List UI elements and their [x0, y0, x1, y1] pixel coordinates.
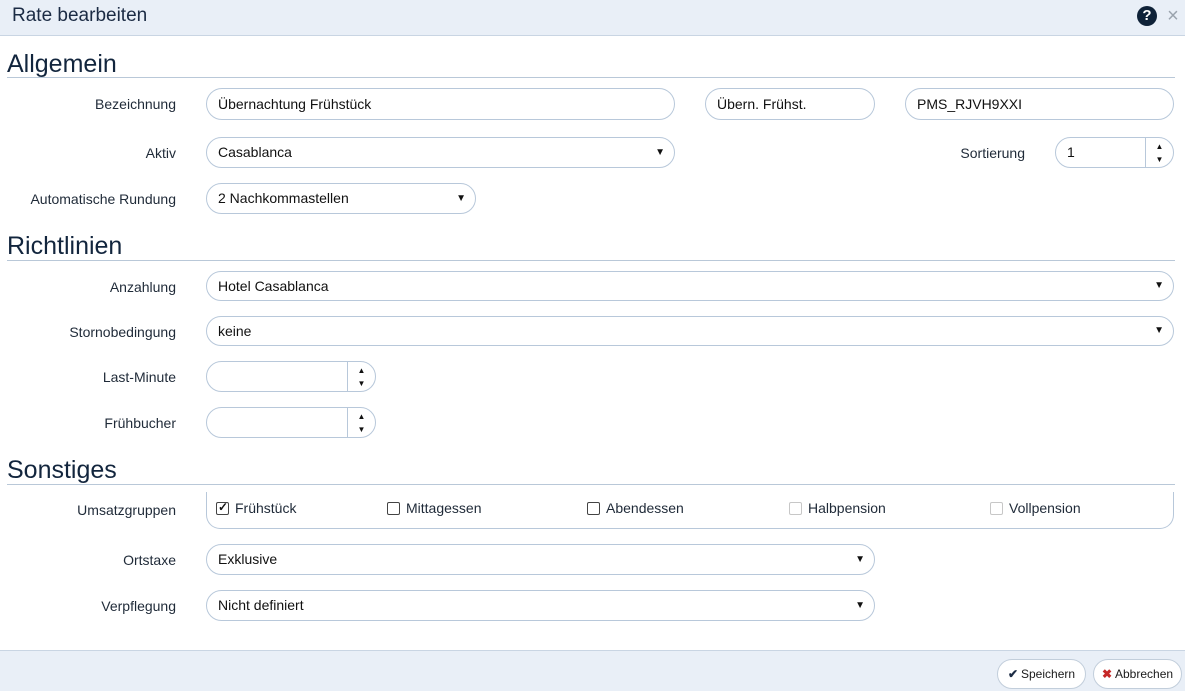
verpflegung-select[interactable]: Nicht definiert ▼ — [206, 590, 875, 621]
chevron-down-icon: ▼ — [855, 554, 865, 565]
checkbox-halbpension: Halbpension — [789, 500, 886, 516]
section-title-sonstiges: Sonstiges — [7, 456, 117, 484]
ortstaxe-label: Ortstaxe — [123, 552, 176, 568]
save-button[interactable]: ✔ Speichern — [997, 659, 1086, 689]
section-title-allgemein: Allgemein — [7, 50, 117, 78]
section-richtlinien: Richtlinien — [7, 232, 1175, 261]
ortstaxe-select[interactable]: Exklusive ▼ — [206, 544, 875, 575]
aktiv-select[interactable]: Casablanca ▼ — [206, 137, 675, 168]
close-x-icon: ✖ — [1101, 667, 1112, 681]
checkbox-mittagessen[interactable]: Mittagessen — [387, 500, 481, 516]
chevron-down-icon: ▼ — [655, 147, 665, 158]
checkbox-unchecked-icon[interactable] — [387, 502, 400, 515]
bezeichnung-label: Bezeichnung — [95, 96, 176, 112]
verpflegung-label: Verpflegung — [101, 598, 176, 614]
sortierung-stepper[interactable]: 1 ▲ ▼ — [1055, 137, 1174, 168]
dialog-titlebar: Rate bearbeiten ? × — [0, 0, 1185, 36]
save-button-label: Speichern — [1021, 667, 1076, 681]
kurzname-input[interactable]: Übern. Frühst. — [705, 88, 875, 120]
checkbox-fruehstueck[interactable]: Frühstück — [216, 500, 296, 516]
spinner-arrows-icon[interactable]: ▲ ▼ — [1145, 138, 1173, 167]
sortierung-label: Sortierung — [960, 145, 1025, 161]
cancel-button-label: Abbrechen — [1115, 667, 1174, 681]
storno-label: Stornobedingung — [69, 324, 176, 340]
lastminute-label: Last-Minute — [102, 369, 176, 385]
chevron-down-icon: ▼ — [1154, 280, 1164, 291]
checkbox-abendessen[interactable]: Abendessen — [587, 500, 684, 516]
chevron-down-icon: ▼ — [456, 193, 466, 204]
chevron-down-icon: ▼ — [1154, 325, 1164, 336]
spinner-arrows-icon[interactable]: ▲ ▼ — [347, 408, 375, 437]
anzahlung-select[interactable]: Hotel Casablanca ▼ — [206, 271, 1174, 301]
checkbox-unchecked-icon[interactable] — [587, 502, 600, 515]
umsatzgruppen-label: Umsatzgruppen — [77, 502, 176, 518]
checkbox-vollpension: Vollpension — [990, 500, 1081, 516]
rundung-select-value: 2 Nachkommastellen — [218, 190, 349, 206]
checkbox-disabled-icon — [990, 502, 1003, 515]
storno-select[interactable]: keine ▼ — [206, 316, 1174, 346]
checkbox-disabled-icon — [789, 502, 802, 515]
cancel-button[interactable]: ✖ Abbrechen — [1093, 659, 1182, 689]
chevron-down-icon: ▼ — [855, 600, 865, 611]
checkmark-icon: ✔ — [1007, 667, 1018, 681]
fruehbucher-stepper[interactable]: ▲ ▼ — [206, 407, 376, 438]
storno-select-value: keine — [218, 323, 252, 339]
fruehbucher-label: Frühbucher — [104, 415, 176, 431]
lastminute-stepper[interactable]: ▲ ▼ — [206, 361, 376, 392]
help-icon[interactable]: ? — [1137, 6, 1157, 26]
section-allgemein: Allgemein — [7, 50, 1175, 78]
spinner-arrows-icon[interactable]: ▲ ▼ — [347, 362, 375, 391]
dialog-title: Rate bearbeiten — [12, 5, 148, 26]
sortierung-value: 1 — [1067, 144, 1075, 160]
verpflegung-select-value: Nicht definiert — [218, 597, 304, 613]
code-input[interactable]: PMS_RJVH9XXI — [905, 88, 1174, 120]
anzahlung-select-value: Hotel Casablanca — [218, 278, 329, 294]
aktiv-label: Aktiv — [145, 145, 176, 161]
section-sonstiges: Sonstiges — [7, 456, 1175, 485]
close-icon[interactable]: × — [1165, 4, 1181, 28]
anzahlung-label: Anzahlung — [109, 279, 176, 295]
rundung-label: Automatische Rundung — [30, 191, 176, 207]
checkbox-checked-icon[interactable] — [216, 500, 229, 515]
ortstaxe-select-value: Exklusive — [218, 551, 278, 567]
bezeichnung-input[interactable]: Übernachtung Frühstück — [206, 88, 675, 120]
rundung-select[interactable]: 2 Nachkommastellen ▼ — [206, 183, 476, 214]
aktiv-select-value: Casablanca — [218, 144, 292, 160]
section-title-richtlinien: Richtlinien — [7, 232, 123, 260]
